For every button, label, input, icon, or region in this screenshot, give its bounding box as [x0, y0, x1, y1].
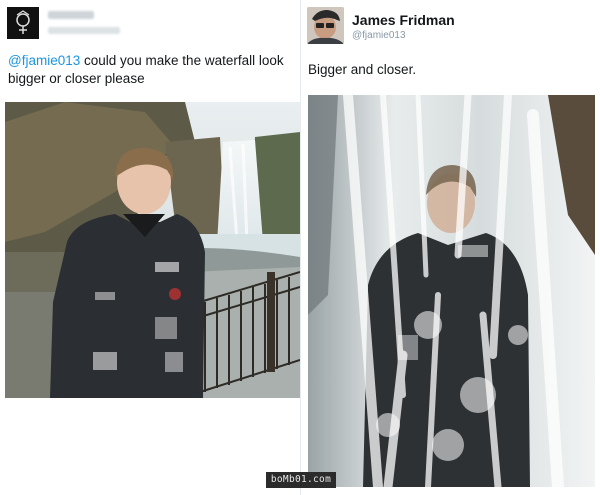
reply-text: Bigger and closer. [308, 62, 417, 77]
tweet-divider [300, 0, 301, 495]
user-avatar[interactable] [7, 7, 39, 39]
user-handle[interactable]: @fjamie013 [352, 30, 406, 41]
display-name[interactable]: James Fridman [352, 12, 455, 28]
blurred-handle [48, 27, 120, 34]
james-fridman-avatar[interactable] [307, 7, 344, 44]
big-waterfall-photo [308, 95, 595, 487]
profile-photo [307, 7, 344, 44]
waterfall-photo [5, 102, 300, 398]
site-watermark: boMb01.com [266, 472, 336, 488]
blurred-display-name [48, 11, 94, 19]
tweet-text: @fjamie013 could you make the waterfall … [8, 52, 298, 88]
tweet-photo-edited[interactable] [308, 95, 595, 487]
mention-link[interactable]: @fjamie013 [8, 53, 80, 68]
logo-icon [7, 7, 39, 39]
tweet-photo-original[interactable] [5, 102, 300, 398]
